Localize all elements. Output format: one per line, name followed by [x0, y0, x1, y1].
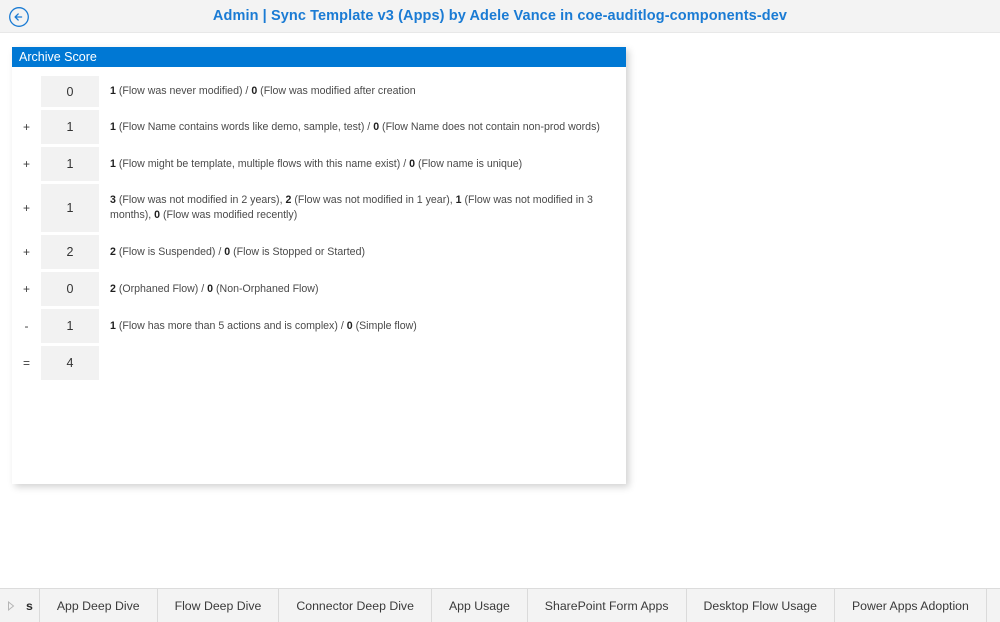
score-row: 0 1 (Flow was never modified) / 0 (Flow w…: [12, 76, 626, 107]
score-operator: -: [24, 319, 29, 333]
score-operator: =: [22, 356, 30, 370]
score-value: 1: [41, 110, 99, 144]
score-value: 1: [41, 184, 99, 232]
scroll-right-triangle-icon: [6, 600, 16, 612]
page-title: Admin | Sync Template v3 (Apps) by Adele…: [212, 8, 788, 24]
score-row: +0 2 (Orphaned Flow) / 0 (Non-Orphaned Fl…: [12, 272, 626, 306]
score-description: 1 (Flow has more than 5 actions and is c…: [110, 319, 417, 332]
tab-app-deep-dive[interactable]: App Deep Dive: [38, 589, 157, 622]
score-row: +1 3 (Flow was not modified in 2 years), …: [12, 184, 626, 232]
score-row: +1 1 (Flow Name contains words like demo,…: [12, 110, 626, 144]
score-value: 1: [41, 309, 99, 343]
score-row: +1 1 (Flow might be template, multiple fl…: [12, 147, 626, 181]
tab-power-apps-adoption[interactable]: Power Apps Adoption: [833, 589, 986, 622]
score-description: 1 (Flow Name contains words like demo, s…: [110, 120, 600, 133]
score-operator: +: [22, 282, 30, 296]
tab-scroll-right-button[interactable]: [0, 589, 22, 622]
score-description: [99, 346, 626, 380]
score-description: 1 (Flow was never modified) / 0 (Flow wa…: [110, 85, 416, 97]
score-operator: +: [22, 201, 30, 215]
app-header-bar: Admin | Sync Template v3 (Apps) by Adele…: [0, 0, 1000, 33]
score-value: 0: [41, 76, 99, 107]
tab-desktop-flow-usage[interactable]: Desktop Flow Usage: [685, 589, 834, 622]
tab-sharepoint-form-apps[interactable]: SharePoint Form Apps: [526, 589, 686, 622]
report-tab-strip: s App Deep Dive Flow Deep Dive Connector De…: [0, 588, 1000, 622]
score-operator: [12, 76, 41, 107]
score-row: +2 2 (Flow is Suspended) / 0 (Flow is Sto…: [12, 235, 626, 269]
score-description: 1 (Flow might be template, multiple flow…: [110, 157, 523, 170]
tab-flow-deep-dive[interactable]: Flow Deep Dive: [156, 589, 279, 622]
tab-connector-deep-dive[interactable]: Connector Deep Dive: [278, 589, 431, 622]
score-row: -1 1 (Flow has more than 5 actions and is…: [12, 309, 626, 343]
score-operator: +: [22, 245, 30, 259]
back-button[interactable]: [6, 4, 32, 30]
tab-app-usage[interactable]: App Usage: [430, 589, 527, 622]
score-value: 2: [41, 235, 99, 269]
archive-score-list: 0 1 (Flow was never modified) / 0 (Flow w…: [12, 67, 626, 484]
tab-power-platform[interactable]: Power Platform: [985, 589, 1000, 622]
score-description: 2 (Orphaned Flow) / 0 (Non-Orphaned Flow…: [110, 282, 319, 295]
score-operator: +: [22, 157, 30, 171]
archive-score-panel: Archive Score 0 1 (Flow was never modifie…: [12, 47, 626, 484]
score-operator: +: [22, 120, 30, 134]
score-description: 3 (Flow was not modified in 2 years), 2 …: [110, 194, 593, 221]
score-row: = 4: [12, 346, 626, 380]
score-value: 4: [41, 346, 99, 380]
panel-header-title: Archive Score: [12, 47, 626, 67]
score-description: 2 (Flow is Suspended) / 0 (Flow is Stopp…: [110, 245, 365, 258]
back-arrow-circle-icon: [8, 6, 30, 28]
tab-s[interactable]: s: [22, 589, 39, 622]
score-value: 0: [41, 272, 99, 306]
score-value: 1: [41, 147, 99, 181]
